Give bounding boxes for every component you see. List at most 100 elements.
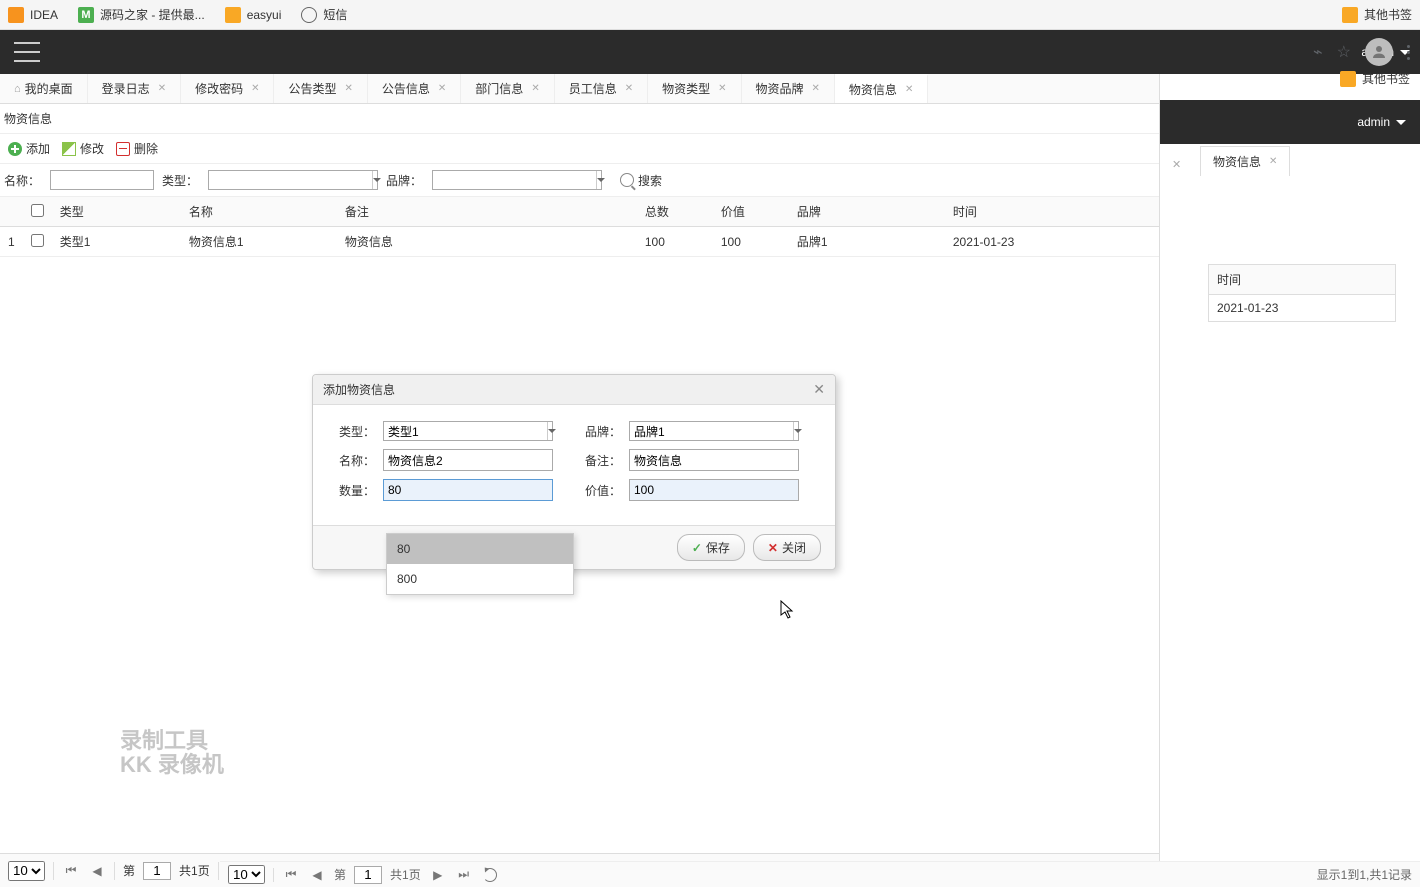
col-remark[interactable]: 备注 (337, 197, 637, 227)
tab-login-log[interactable]: 登录日志✕ (88, 74, 181, 103)
close-icon[interactable]: ✕ (812, 83, 820, 94)
total-pages: 共1页 (179, 862, 210, 879)
chevron-down-icon[interactable] (547, 422, 556, 440)
close-icon[interactable]: ✕ (1269, 156, 1277, 167)
first-page-button-2[interactable]: ⏮ (282, 866, 300, 884)
col-value[interactable]: 价值 (713, 197, 789, 227)
bookmark-idea[interactable]: IDEA (8, 7, 58, 23)
close-icon[interactable]: ✕ (718, 83, 726, 94)
last-page-button-2[interactable]: ⏭ (455, 866, 473, 884)
dialog-title-bar[interactable]: 添加物资信息 ✕ (313, 375, 835, 405)
page-size-select-2[interactable]: 10 (228, 865, 265, 884)
key-icon[interactable]: ⌁ (1313, 42, 1323, 62)
close-icon[interactable]: ✕ (345, 83, 353, 94)
filter-type-input[interactable] (209, 171, 372, 189)
dlg-name-input[interactable] (383, 449, 553, 471)
chevron-down-icon[interactable] (793, 422, 802, 440)
dlg-brand-label: 品牌： (579, 423, 621, 440)
bookmark-label: 源码之家 - 提供最... (100, 6, 205, 23)
filter-type-combo[interactable] (208, 170, 378, 190)
autocomplete-item[interactable]: 800 (387, 564, 573, 594)
mini-table-cell: 2021-01-23 (1209, 295, 1395, 321)
refresh-icon (483, 868, 497, 882)
tab-notice-type[interactable]: 公告类型✕ (274, 74, 367, 103)
dlg-type-input[interactable] (384, 422, 547, 440)
home-icon: ⌂ (14, 83, 21, 95)
filter-brand-input[interactable] (433, 171, 596, 189)
dlg-price-label: 价值： (579, 482, 621, 499)
first-page-button[interactable]: ⏮ (62, 862, 80, 880)
delete-button[interactable]: 删除 (116, 140, 158, 157)
dlg-qty-input[interactable] (383, 479, 553, 501)
dlg-remark-input[interactable] (629, 449, 799, 471)
bookmark-easyui[interactable]: easyui (225, 7, 282, 23)
tab-desktop[interactable]: ⌂我的桌面 (0, 74, 88, 103)
refresh-button-2[interactable] (481, 866, 499, 884)
prev-page-button-2[interactable]: ◀ (308, 866, 326, 884)
col-total[interactable]: 总数 (637, 197, 713, 227)
close-icon[interactable]: ✕ (251, 83, 259, 94)
close-icon[interactable]: ✕ (625, 83, 633, 94)
dlg-name-label: 名称： (333, 452, 375, 469)
filter-brand-combo[interactable] (432, 170, 602, 190)
cell-name: 物资信息1 (181, 227, 337, 257)
pagination-secondary: 10 ⏮ ◀ 第 共1页 ▶ ⏭ 显示1到1,共1记录 (220, 861, 1420, 887)
tab-material-brand[interactable]: 物资品牌✕ (742, 74, 835, 103)
bookmarks-right-2[interactable]: 其他书签 (1340, 70, 1410, 87)
next-page-button-2[interactable]: ▶ (429, 866, 447, 884)
search-button[interactable]: 搜索 (620, 172, 662, 189)
bookmark-sms[interactable]: 短信 (301, 6, 347, 23)
tab-change-password[interactable]: 修改密码✕ (181, 74, 274, 103)
col-time[interactable]: 时间 (945, 197, 1159, 227)
bookmarks-right[interactable]: 其他书签 (1342, 6, 1412, 23)
tab-department[interactable]: 部门信息✕ (461, 74, 554, 103)
plus-icon (8, 142, 22, 156)
dlg-type-combo[interactable] (383, 421, 553, 441)
select-all-checkbox[interactable] (31, 204, 44, 217)
tab-notice-info[interactable]: 公告信息✕ (368, 74, 461, 103)
globe-icon (301, 7, 317, 23)
dlg-price-input[interactable] (629, 479, 799, 501)
kebab-menu-icon[interactable] (1407, 45, 1410, 60)
cell-type: 类型1 (52, 227, 181, 257)
close-button[interactable]: ✕关闭 (753, 534, 821, 561)
table-row[interactable]: 1 类型1 物资信息1 物资信息 100 100 品牌1 2021-01-23 (0, 227, 1159, 257)
page-number-input[interactable] (143, 862, 171, 880)
bookmark-label: 其他书签 (1364, 6, 1412, 23)
close-icon[interactable]: ✕ (158, 83, 166, 94)
cell-total: 100 (637, 227, 713, 257)
page-number-input-2[interactable] (354, 866, 382, 884)
col-type[interactable]: 类型 (52, 197, 181, 227)
dlg-qty-label: 数量： (333, 482, 375, 499)
close-icon[interactable]: ✕ (438, 83, 446, 94)
save-button[interactable]: ✓保存 (677, 534, 745, 561)
right-tab-close-left[interactable]: ✕ (1172, 158, 1181, 171)
filter-name-input[interactable] (50, 170, 154, 190)
page-size-select[interactable]: 10 (8, 861, 45, 881)
bookmark-yuanma[interactable]: M 源码之家 - 提供最... (78, 6, 205, 23)
close-icon[interactable]: ✕ (531, 83, 539, 94)
col-brand[interactable]: 品牌 (789, 197, 945, 227)
cell-value: 100 (713, 227, 789, 257)
star-icon[interactable]: ☆ (1337, 42, 1351, 62)
right-user-menu[interactable]: admin (1357, 115, 1406, 129)
menu-toggle-icon[interactable] (14, 42, 40, 62)
chevron-down-icon[interactable] (372, 171, 381, 189)
tab-employee[interactable]: 员工信息✕ (555, 74, 648, 103)
filter-type-label: 类型： (162, 172, 198, 189)
profile-avatar-icon[interactable] (1365, 38, 1393, 66)
dlg-brand-combo[interactable] (629, 421, 799, 441)
autocomplete-item[interactable]: 80 (387, 534, 573, 564)
tab-material-info[interactable]: 物资信息✕ (835, 74, 928, 104)
edit-button[interactable]: 修改 (62, 140, 104, 157)
tab-material-type[interactable]: 物资类型✕ (648, 74, 741, 103)
add-button[interactable]: 添加 (8, 140, 50, 157)
right-tab[interactable]: 物资信息 ✕ (1200, 146, 1290, 176)
col-name[interactable]: 名称 (181, 197, 337, 227)
row-checkbox[interactable] (31, 234, 44, 247)
close-icon[interactable]: ✕ (905, 84, 913, 95)
prev-page-button[interactable]: ◀ (88, 862, 106, 880)
chevron-down-icon[interactable] (596, 171, 605, 189)
dialog-close-button[interactable]: ✕ (813, 381, 825, 398)
dlg-brand-input[interactable] (630, 422, 793, 440)
